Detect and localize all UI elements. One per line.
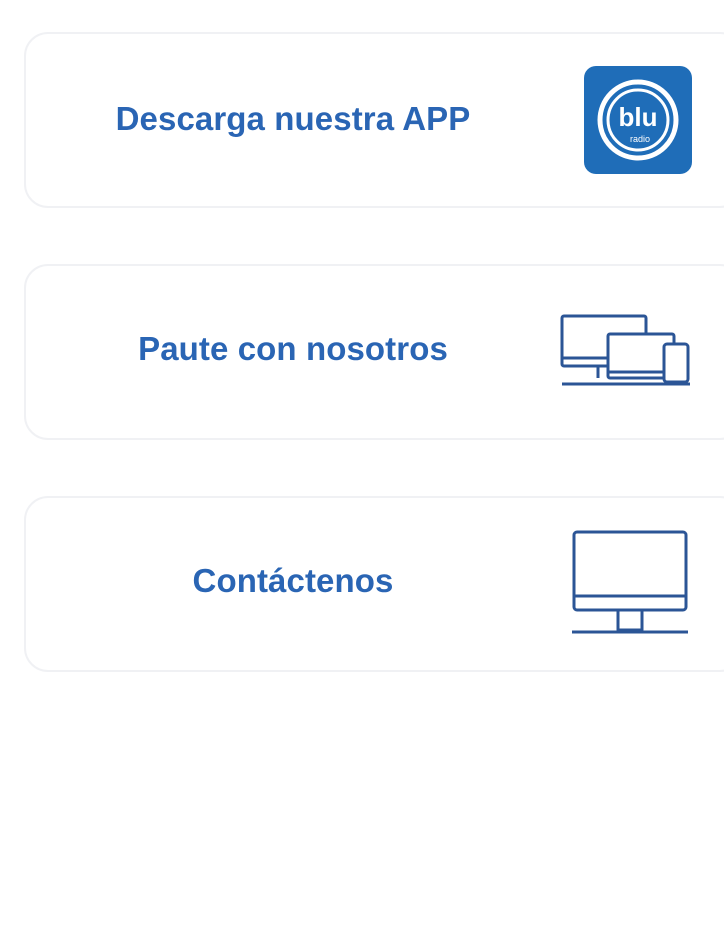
- download-app-label: Descarga nuestra APP: [115, 100, 471, 137]
- devices-icon: [560, 314, 690, 386]
- advertise-card[interactable]: Paute con nosotros: [24, 264, 724, 440]
- page: Descarga nuestra APP blu radio Paute con…: [0, 0, 724, 939]
- advertise-label: Paute con nosotros: [138, 330, 448, 367]
- desktop-monitor-icon: [572, 530, 688, 634]
- blu-sub-text: radio: [630, 134, 650, 144]
- contact-card[interactable]: Contáctenos: [24, 496, 724, 672]
- blu-radio-app-icon: blu radio: [584, 66, 692, 174]
- download-app-card[interactable]: Descarga nuestra APP blu radio: [24, 32, 724, 208]
- contact-label: Contáctenos: [192, 562, 394, 599]
- blu-brand-text: blu: [619, 102, 658, 132]
